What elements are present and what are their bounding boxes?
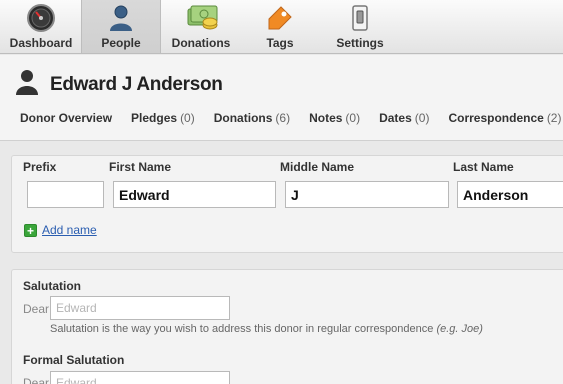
toolbar-donations-label: Donations (171, 36, 231, 50)
toolbar-settings[interactable]: Settings (330, 0, 390, 53)
add-name-label: Add name (42, 223, 97, 237)
tab-count: (0) (345, 111, 361, 125)
toolbar-dashboard[interactable]: Dashboard (6, 0, 76, 53)
page-title: Edward J Anderson (16, 69, 223, 100)
formal-salutation-input[interactable] (50, 371, 230, 384)
salutation-panel: Salutation Dear Salutation is the way yo… (11, 269, 563, 384)
tab-label: Donations (213, 111, 273, 125)
tab-label: Correspondence (448, 111, 544, 125)
prefix-input[interactable] (27, 181, 104, 208)
tab-count: (2) (546, 111, 562, 125)
add-name-link[interactable]: + Add name (24, 223, 97, 237)
tag-icon (265, 3, 295, 33)
tab-count: (0) (414, 111, 430, 125)
donor-header: Edward J Anderson Donor Overview Pledges… (0, 55, 563, 141)
prefix-label: Prefix (23, 160, 57, 174)
first-name-label: First Name (109, 160, 172, 174)
help-text: Salutation is the way you wish to addres… (50, 323, 434, 335)
tab-dates[interactable]: Dates (0) (379, 111, 429, 125)
tab-count: (0) (180, 111, 195, 125)
toolbar-tags-label: Tags (266, 36, 294, 50)
toolbar-settings-label: Settings (336, 36, 384, 50)
people-icon (106, 3, 136, 33)
tab-donations[interactable]: Donations (6) (214, 111, 290, 125)
middle-name-input[interactable] (285, 181, 449, 208)
tab-label: Notes (309, 111, 343, 125)
donor-name: Edward J Anderson (50, 73, 223, 95)
formal-salutation-label: Formal Salutation (23, 353, 125, 367)
plus-icon: + (24, 223, 37, 237)
toolbar-tags[interactable]: Tags (250, 0, 310, 53)
last-name-label: Last Name (453, 160, 514, 174)
tab-notes[interactable]: Notes (0) (309, 111, 360, 125)
salutation-dear-text: Dear (23, 302, 50, 316)
salutation-help-text: Salutation is the way you wish to addres… (50, 323, 483, 335)
tab-donor-overview[interactable]: Donor Overview (20, 111, 112, 125)
tab-pledges[interactable]: Pledges (0) (131, 111, 195, 125)
formal-salutation-dear-text: Dear (23, 376, 50, 384)
tab-label: Pledges (131, 111, 178, 125)
last-name-input[interactable] (457, 181, 563, 208)
toolbar-donations[interactable]: Donations (166, 0, 236, 53)
toolbar-dashboard-label: Dashboard (9, 36, 73, 50)
dashboard-gauge-icon (26, 3, 56, 33)
middle-name-label: Middle Name (280, 160, 355, 174)
toolbar-people[interactable]: People (81, 0, 161, 53)
donor-subtabs: Donor Overview Pledges (0) Donations (6) N… (20, 111, 561, 125)
name-panel: Prefix First Name Middle Name Last Name … (11, 155, 563, 253)
money-icon (186, 3, 218, 33)
toolbar-people-label: People (101, 36, 141, 50)
person-icon (16, 69, 38, 100)
main-toolbar: Dashboard People Donations Tags Settings (0, 0, 563, 54)
salutation-label: Salutation (23, 279, 82, 293)
tab-count: (6) (275, 111, 291, 125)
tab-correspondence[interactable]: Correspondence (2) (448, 111, 561, 125)
tab-label: Donor Overview (20, 111, 113, 125)
salutation-input[interactable] (50, 296, 230, 320)
help-example: (e.g. Joe) (436, 323, 483, 335)
first-name-input[interactable] (113, 181, 276, 208)
switch-icon (345, 3, 375, 33)
tab-label: Dates (379, 111, 412, 125)
